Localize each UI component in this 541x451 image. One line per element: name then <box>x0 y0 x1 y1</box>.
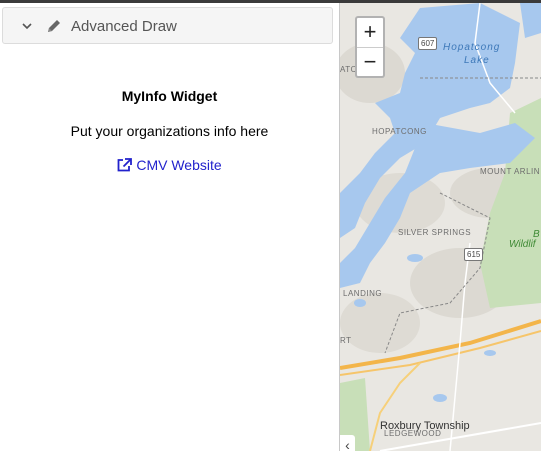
external-link-icon <box>117 158 133 172</box>
widget-title: MyInfo Widget <box>121 88 218 104</box>
myinfo-widget: MyInfo Widget Put your organizations inf… <box>0 83 339 175</box>
park-label-2: Wildlif <box>509 239 536 250</box>
zoom-control: + − <box>355 16 385 78</box>
silver-springs-label: SILVER SPRINGS <box>398 228 472 237</box>
sidebar: Advanced Draw MyInfo Widget Put your org… <box>0 3 339 451</box>
lake-label-2: Lake <box>464 55 490 66</box>
landing-label: LANDING <box>343 289 383 298</box>
lake-label-1: Hopatcong <box>443 42 501 53</box>
route-615-shield: 615 <box>464 248 484 261</box>
zoom-out-button[interactable]: − <box>357 47 383 77</box>
mount-arlington-label: MOUNT ARLIN <box>480 167 541 176</box>
rt-label: RT <box>340 336 352 345</box>
widget-text: Put your organizations info here <box>70 123 269 139</box>
pencil-icon <box>48 20 60 32</box>
collapse-sidebar-button[interactable]: ‹ <box>340 435 355 451</box>
zoom-in-button[interactable]: + <box>357 18 383 47</box>
cmv-website-link[interactable]: CMV Website <box>117 157 222 173</box>
advanced-draw-panel-header[interactable]: Advanced Draw <box>2 7 333 44</box>
chevron-down-icon <box>22 23 32 30</box>
map-view[interactable]: ATC HILLS 607 Hopatcong Lake HOPATCONG M… <box>340 3 541 451</box>
panel-title: Advanced Draw <box>71 18 177 35</box>
cmv-website-label: CMV Website <box>136 157 222 173</box>
ledgewood-label: LEDGEWOOD <box>384 429 442 438</box>
hopatcong-label: HOPATCONG <box>372 127 427 136</box>
route-607-shield: 607 <box>418 37 438 50</box>
